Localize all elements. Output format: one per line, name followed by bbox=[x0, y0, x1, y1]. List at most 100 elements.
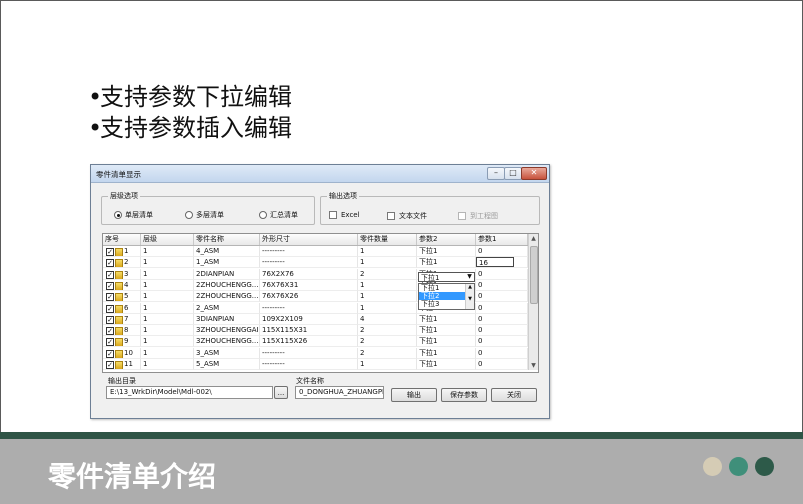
table-cell: 1 bbox=[358, 302, 417, 314]
group-legend: 输出选项 bbox=[327, 191, 359, 201]
table-cell: 2 bbox=[358, 347, 417, 359]
table-cell[interactable]: 下拉1 bbox=[417, 246, 476, 257]
table-row[interactable]: ✓211_ASM---------1下拉116 bbox=[103, 257, 528, 269]
table-cell[interactable]: 0 bbox=[476, 347, 528, 359]
table-cell[interactable]: 0 bbox=[476, 313, 528, 325]
column-header[interactable]: 外形尺寸 bbox=[260, 234, 358, 245]
checkbox-excel[interactable]: Excel bbox=[329, 211, 360, 219]
table-cell: 3_ASM bbox=[194, 347, 260, 359]
dropdown-option-selected[interactable]: 下拉2 bbox=[419, 292, 467, 300]
checkbox-text-file[interactable]: 文本文件 bbox=[387, 211, 427, 221]
maximize-icon[interactable]: □ bbox=[504, 167, 522, 180]
checkbox-box bbox=[329, 211, 337, 219]
table-header: 序号 层级 零件名称 外形尺寸 零件数量 参数2 参数1 bbox=[103, 234, 528, 246]
row-checkbox[interactable]: ✓ bbox=[106, 349, 114, 358]
table-cell: 1 bbox=[358, 291, 417, 303]
table-cell[interactable]: 0 bbox=[476, 279, 528, 291]
row-number: 11 bbox=[124, 360, 133, 368]
param2-dropdown-list: 下拉1 下拉2 下拉3 ▲ ▼ bbox=[418, 283, 475, 310]
table-row[interactable]: ✓ 11 1 5_ASM --------- 1 下拉1 0 bbox=[103, 359, 528, 370]
table-cell[interactable]: 0 bbox=[476, 325, 528, 337]
minimize-icon[interactable]: – bbox=[487, 167, 505, 180]
row-checkbox[interactable]: ✓ bbox=[106, 361, 114, 369]
row-checkbox[interactable]: ✓ bbox=[106, 270, 114, 279]
row-checkbox[interactable]: ✓ bbox=[106, 293, 114, 302]
row-checkbox[interactable]: ✓ bbox=[106, 248, 114, 256]
table-row[interactable]: ✓ 7 1 3DIANPIAN 109X2X109 4 下拉1 0 bbox=[103, 313, 528, 325]
table-cell[interactable]: 0 bbox=[476, 268, 528, 280]
table-row[interactable]: ✓ 1 1 4_ASM --------- 1 下拉1 0 bbox=[103, 246, 528, 257]
table-cell: 1 bbox=[141, 291, 194, 303]
table-cell: 1 bbox=[141, 336, 194, 348]
row-checkbox[interactable]: ✓ bbox=[106, 281, 114, 290]
row-index-cell: ✓ 1 bbox=[103, 246, 141, 257]
row-checkbox[interactable]: ✓ bbox=[106, 338, 114, 347]
table-cell: 2ZHOUCHENGG... bbox=[194, 291, 260, 303]
table-cell[interactable]: 0 bbox=[476, 359, 528, 370]
browse-button[interactable]: ... bbox=[274, 386, 288, 399]
table-cell[interactable]: 0 bbox=[476, 302, 528, 314]
part-icon bbox=[115, 338, 123, 347]
table-cell: 109X2X109 bbox=[260, 313, 358, 325]
column-header[interactable]: 零件名称 bbox=[194, 234, 260, 245]
table-cell[interactable]: 0 bbox=[476, 246, 528, 257]
table-cell: 1 bbox=[358, 257, 417, 269]
group-legend: 层级选项 bbox=[108, 191, 140, 201]
row-number: 7 bbox=[124, 314, 129, 323]
table-cell: 1 bbox=[141, 246, 194, 257]
radio-summary[interactable]: 汇总清单 bbox=[259, 210, 298, 220]
table-cell[interactable]: 0 bbox=[476, 291, 528, 303]
table-cell: 2DIANPIAN bbox=[194, 268, 260, 280]
radio-dot bbox=[259, 211, 267, 219]
chevron-down-icon[interactable]: ▼ bbox=[465, 273, 474, 281]
table-cell: 2_ASM bbox=[194, 302, 260, 314]
table-row[interactable]: ✓ 8 1 3ZHOUCHENGGAI 115X115X31 2 下拉1 0 bbox=[103, 325, 528, 337]
column-header[interactable]: 参数2 bbox=[417, 234, 476, 245]
param2-combobox[interactable]: 下拉1 ▼ bbox=[418, 272, 475, 282]
table-row[interactable]: ✓ 9 1 3ZHOUCHENGG... 115X115X26 2 下拉1 0 bbox=[103, 336, 528, 348]
scroll-up-icon[interactable]: ▲ bbox=[529, 234, 538, 243]
decor-dot bbox=[703, 457, 722, 476]
table-cell[interactable]: 下拉1 bbox=[417, 257, 476, 269]
column-header[interactable]: 参数1 bbox=[476, 234, 528, 245]
scroll-down-icon[interactable]: ▼ bbox=[529, 361, 538, 370]
table-cell[interactable]: 下拉1 bbox=[417, 313, 476, 325]
row-checkbox[interactable]: ✓ bbox=[106, 315, 114, 324]
column-header[interactable]: 层级 bbox=[141, 234, 194, 245]
part-icon bbox=[115, 315, 123, 324]
table-cell[interactable]: 下拉1 bbox=[417, 359, 476, 370]
footer-accent-line bbox=[0, 432, 803, 439]
output-button[interactable]: 输出 bbox=[391, 388, 437, 402]
column-header[interactable]: 序号 bbox=[103, 234, 141, 245]
output-dir-input[interactable]: E:\13_WrkDir\Model\Mdl-002\ bbox=[106, 386, 273, 399]
table-cell: --------- bbox=[260, 359, 358, 370]
file-name-input[interactable]: 0_DONGHUA_ZHUANGPEI bbox=[295, 386, 384, 399]
row-checkbox[interactable]: ✓ bbox=[106, 327, 114, 336]
save-params-button[interactable]: 保存参数 bbox=[441, 388, 487, 402]
table-scrollbar[interactable]: ▲ ▼ bbox=[528, 234, 538, 370]
row-checkbox[interactable]: ✓ bbox=[106, 304, 114, 313]
radio-dot bbox=[185, 211, 193, 219]
table-cell: 4 bbox=[358, 313, 417, 325]
table-cell[interactable]: 0 bbox=[476, 336, 528, 348]
close-button[interactable]: 关闭 bbox=[491, 388, 537, 402]
param1-edit-field[interactable]: 16 bbox=[476, 257, 514, 267]
close-icon[interactable]: ✕ bbox=[521, 167, 547, 180]
table-cell: 76X76X31 bbox=[260, 279, 358, 291]
row-index-cell: ✓ 4 bbox=[103, 279, 141, 291]
radio-multi-level[interactable]: 多层清单 bbox=[185, 210, 224, 220]
table-cell[interactable]: 下拉1 bbox=[417, 325, 476, 337]
table-cell[interactable]: 下拉1 bbox=[417, 347, 476, 359]
row-number: 2 bbox=[124, 258, 129, 267]
row-index-cell: ✓ 2 bbox=[103, 257, 141, 269]
row-index-cell: ✓ 10 bbox=[103, 347, 141, 359]
scroll-thumb[interactable] bbox=[530, 246, 538, 304]
radio-single-level[interactable]: 单层清单 bbox=[114, 210, 153, 220]
column-header[interactable]: 零件数量 bbox=[358, 234, 417, 245]
table-cell[interactable]: 下拉1 bbox=[417, 336, 476, 348]
row-checkbox[interactable]: ✓ bbox=[106, 259, 114, 268]
table-row[interactable]: ✓ 10 1 3_ASM --------- 2 下拉1 0 bbox=[103, 347, 528, 359]
checkbox-box bbox=[458, 212, 466, 220]
dropdown-scrollbar[interactable]: ▲ ▼ bbox=[465, 284, 474, 309]
table-cell: 1 bbox=[358, 279, 417, 291]
